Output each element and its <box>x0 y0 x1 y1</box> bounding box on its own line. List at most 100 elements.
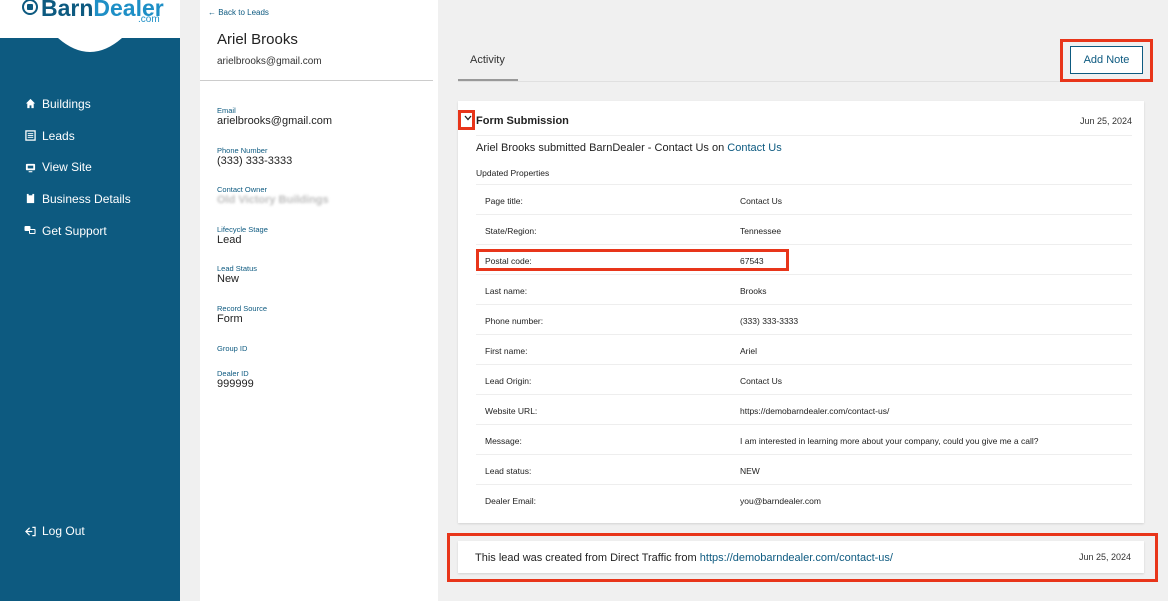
property-label: Page title: <box>485 196 523 206</box>
property-label: Lead status: <box>485 466 532 476</box>
field-label: Email <box>217 106 236 115</box>
contact-name: Ariel Brooks <box>217 31 298 48</box>
field-lifecycle-stage: Lifecycle Stage Lead <box>217 225 268 247</box>
property-label: Phone number: <box>485 316 544 326</box>
property-label: Last name: <box>485 286 528 296</box>
back-to-leads-link[interactable]: ← Back to Leads <box>208 8 269 17</box>
property-row: Last name: Brooks <box>476 274 1132 304</box>
add-note-button[interactable]: Add Note <box>1070 46 1143 74</box>
field-label: Lifecycle Stage <box>217 225 268 234</box>
property-row: Lead status: NEW <box>476 454 1132 484</box>
field-value: arielbrooks@gmail.com <box>217 115 333 127</box>
field-value: Lead <box>217 234 242 246</box>
sidebar-item-label: Leads <box>42 128 75 143</box>
properties-table: Page title: Contact Us State/Region: Tenne… <box>476 184 1132 514</box>
property-row: Message: I am interested in learning more… <box>476 424 1132 454</box>
property-value: https://demobarndealer.com/contact-us/ <box>740 406 890 416</box>
property-label: Website URL: <box>485 406 538 416</box>
sidebar-item-leads[interactable]: Leads <box>0 120 180 152</box>
property-value: Contact Us <box>740 196 783 206</box>
traffic-source-text: This lead was created from Direct Traffi… <box>475 552 893 564</box>
field-lead-status: Lead Status New <box>217 264 257 286</box>
sidebar-nav: Buildings Leads View Site Business Detai… <box>0 88 180 246</box>
property-label: Lead Origin: <box>485 376 532 386</box>
sidebar-item-label: View Site <box>42 160 92 175</box>
property-row: Lead Origin: Contact Us <box>476 364 1132 394</box>
traffic-source-link[interactable]: https://demobarndealer.com/contact-us/ <box>700 552 893 564</box>
submission-summary-text: Ariel Brooks submitted BarnDealer - Cont… <box>476 142 728 154</box>
property-value: I am interested in learning more about y… <box>740 436 1039 446</box>
field-label: Record Source <box>217 304 268 313</box>
field-group-id: Group ID <box>217 344 247 353</box>
field-label: Contact Owner <box>217 185 268 194</box>
field-value: Form <box>217 313 243 325</box>
field-phone: Phone Number (333) 333-3333 <box>217 146 292 168</box>
property-row: Page title: Contact Us <box>476 184 1132 214</box>
contact-email-header: arielbrooks@gmail.com <box>217 56 322 67</box>
field-value: (333) 333-3333 <box>217 155 293 167</box>
logo-notch-shape <box>0 36 180 52</box>
property-value: (333) 333-3333 <box>740 316 799 326</box>
property-label: First name: <box>485 346 528 356</box>
sidebar-item-get-support[interactable]: Get Support <box>0 215 180 247</box>
property-value: Ariel <box>740 346 758 356</box>
property-row: Phone number: (333) 333-3333 <box>476 304 1132 334</box>
property-row: State/Region: Tennessee <box>476 214 1132 244</box>
field-label: Phone Number <box>217 146 268 155</box>
logout-button[interactable]: Log Out <box>24 524 85 538</box>
contact-panel: ← Back to Leads Ariel Brooks arielbrooks… <box>200 0 438 601</box>
clipboard-icon <box>24 193 36 205</box>
logo-badge-icon <box>22 0 38 15</box>
field-email: Email arielbrooks@gmail.com <box>217 106 332 128</box>
tab-activity[interactable]: Activity <box>470 54 505 66</box>
updated-properties-heading: Updated Properties <box>476 168 550 178</box>
field-record-source: Record Source Form <box>217 304 267 326</box>
property-value: NEW <box>740 466 760 476</box>
sidebar-item-label: Get Support <box>42 223 107 238</box>
traffic-source-prefix: This lead was created from Direct Traffi… <box>475 552 700 564</box>
property-label: Message: <box>485 436 522 446</box>
property-value: Brooks <box>740 286 767 296</box>
sidebar-item-business-details[interactable]: Business Details <box>0 183 180 215</box>
sidebar-item-buildings[interactable]: Buildings <box>0 88 180 120</box>
main-panel: Activity Add Note Form Submission Jun 25… <box>440 0 1168 601</box>
monitor-icon <box>24 161 36 173</box>
field-dealer-id: Dealer ID 999999 <box>217 369 254 391</box>
tab-active-indicator <box>458 79 518 81</box>
sidebar-item-view-site[interactable]: View Site <box>0 151 180 183</box>
property-value: Contact Us <box>740 376 783 386</box>
support-icon <box>24 225 36 237</box>
sidebar-item-label: Buildings <box>42 96 91 111</box>
logout-icon <box>24 525 36 537</box>
card-date: Jun 25, 2024 <box>1079 116 1132 126</box>
divider <box>476 135 1132 136</box>
property-row: Dealer Email: you@barndealer.com <box>476 484 1132 514</box>
property-value: you@barndealer.com <box>740 496 821 506</box>
submission-summary: Ariel Brooks submitted BarnDealer - Cont… <box>476 142 782 154</box>
property-label: State/Region: <box>485 226 537 236</box>
property-row: Website URL: https://demobarndealer.com/c… <box>476 394 1132 424</box>
brand-suffix: .com <box>138 14 160 25</box>
traffic-source-card: This lead was created from Direct Traffi… <box>458 541 1144 573</box>
sidebar: BarnDealer .com Buildings Leads View Sit… <box>0 0 180 601</box>
field-value: 999999 <box>217 378 254 390</box>
property-row: First name: Ariel <box>476 334 1132 364</box>
property-label: Postal code: <box>485 256 532 266</box>
card-date: Jun 25, 2024 <box>1078 552 1131 562</box>
chevron-down-icon[interactable] <box>463 114 473 124</box>
house-icon <box>24 98 36 110</box>
property-value: Tennessee <box>740 226 782 236</box>
property-value: 67543 <box>740 256 764 266</box>
form-submission-card: Form Submission Jun 25, 2024 Ariel Brook… <box>458 101 1144 523</box>
list-icon <box>24 130 36 142</box>
field-value-redacted: Old Victory Buildings <box>217 194 329 206</box>
brand-name-part1: Barn <box>41 0 94 21</box>
field-label: Lead Status <box>217 264 258 273</box>
tabs-divider <box>458 81 1152 82</box>
logout-label: Log Out <box>42 524 85 538</box>
card-title: Form Submission <box>476 115 569 127</box>
property-label: Dealer Email: <box>485 496 537 506</box>
logo-area: BarnDealer .com <box>0 0 180 38</box>
sidebar-item-label: Business Details <box>42 191 131 206</box>
contact-us-link[interactable]: Contact Us <box>727 142 781 154</box>
